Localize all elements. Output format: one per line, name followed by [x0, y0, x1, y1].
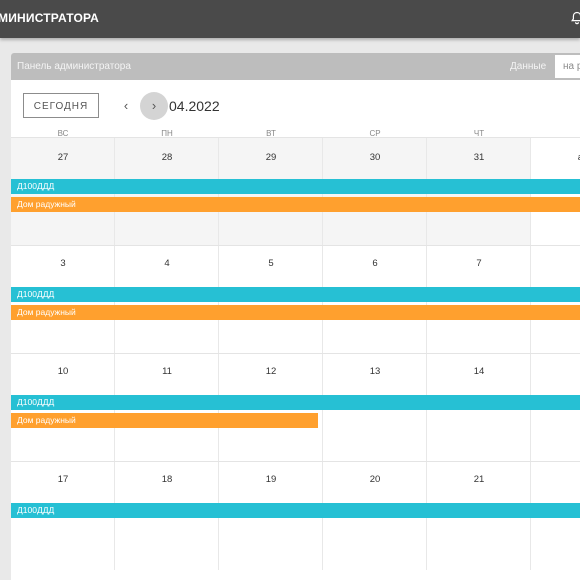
tab-data[interactable]: Данные	[510, 61, 546, 72]
day-number: 28	[161, 152, 173, 163]
day-number: 3	[60, 258, 66, 269]
bell-icon[interactable]	[570, 11, 580, 25]
day-number: 30	[369, 152, 381, 163]
calendar-event[interactable]: Д100ДДД	[11, 503, 580, 518]
day-number: 4	[164, 258, 170, 269]
day-number: 11	[162, 366, 172, 377]
day-number: 14	[473, 366, 485, 377]
day-number: 18	[161, 474, 173, 485]
day-number: 2	[531, 474, 580, 485]
day-number: 13	[369, 366, 381, 377]
week-row: 27 28 29 30 31 ап Д100ДДД Дом радужный	[11, 137, 580, 246]
day-number: 29	[265, 152, 277, 163]
week-row: 10 11 12 13 14 1 Д100ДДД Дом радужный	[11, 353, 580, 462]
week-row: 3 4 5 6 7 Д100ДДД Дом радужный	[11, 245, 580, 354]
panel-header: Панель администратора Данные на р	[11, 53, 580, 80]
calendar-event[interactable]: Д100ДДД	[11, 287, 580, 302]
calendar-event[interactable]: Дом радужный	[11, 413, 318, 428]
day-number: 19	[265, 474, 277, 485]
app-title: МИНИСТРАТОРА	[0, 11, 100, 25]
chevron-left-icon[interactable]: ‹	[119, 94, 133, 118]
panel-title: Панель администратора	[17, 61, 131, 72]
calendar-grid: ВСПНВТСРЧТП 2728293031апД100ДДДДом радуж…	[11, 127, 580, 580]
day-number: 1	[531, 366, 580, 377]
calendar-event[interactable]: Дом радужный	[11, 197, 580, 212]
day-number: 31	[473, 152, 485, 163]
calendar-event[interactable]: Д100ДДД	[11, 395, 580, 410]
top-app-bar: МИНИСТРАТОРА	[0, 0, 580, 38]
week-row: 17 18 19 20 21 2 Д100ДДД	[11, 461, 580, 570]
tab-active[interactable]: на р	[555, 55, 580, 78]
day-number: 5	[268, 258, 274, 269]
day-number: 7	[476, 258, 482, 269]
calendar-event[interactable]: Д100ДДД	[11, 179, 580, 194]
day-number: 6	[372, 258, 378, 269]
day-number: 27	[57, 152, 69, 163]
day-number: ап	[531, 152, 580, 163]
day-number: 17	[57, 474, 69, 485]
today-button[interactable]: СЕГОДНЯ	[23, 93, 99, 118]
calendar-event[interactable]: Дом радужный	[11, 305, 580, 320]
day-number: 21	[473, 474, 485, 485]
day-number: 12	[265, 366, 277, 377]
day-number: 20	[369, 474, 381, 485]
day-number: 10	[57, 366, 69, 377]
admin-panel: Панель администратора Данные на р СЕГОДН…	[11, 53, 580, 580]
month-label: 04.2022	[169, 98, 220, 114]
chevron-right-icon[interactable]: ›	[140, 92, 168, 120]
